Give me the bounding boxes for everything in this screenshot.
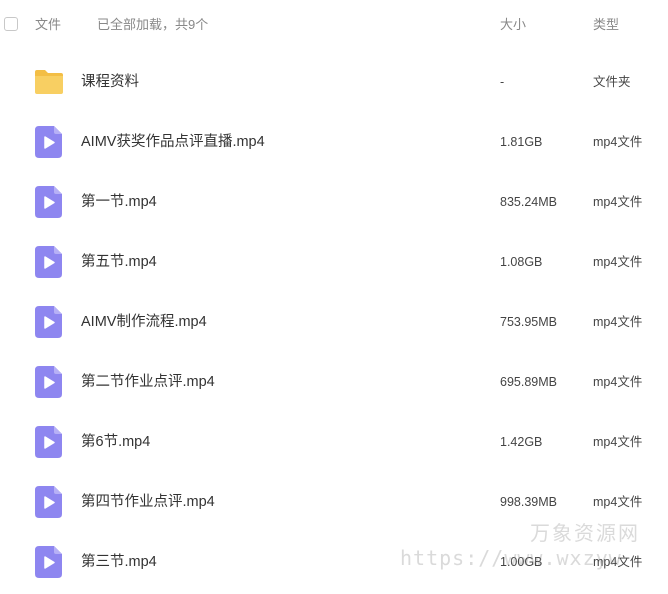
select-all-checkbox[interactable] [4, 17, 18, 31]
file-size: 695.89MB [500, 375, 557, 389]
file-row[interactable]: AIMV制作流程.mp4 753.95MB mp4文件 [0, 292, 668, 352]
file-name[interactable]: 第6节.mp4 [81, 433, 150, 451]
file-name[interactable]: 第五节.mp4 [81, 253, 157, 271]
video-file-icon [35, 426, 62, 458]
video-file-icon [35, 306, 62, 338]
file-type: mp4文件 [593, 435, 643, 449]
column-header-size[interactable]: 大小 [500, 17, 526, 33]
file-type: mp4文件 [593, 315, 643, 329]
file-type: mp4文件 [593, 375, 643, 389]
file-type: 文件夹 [593, 75, 631, 89]
file-row[interactable]: AIMV获奖作品点评直播.mp4 1.81GB mp4文件 [0, 112, 668, 172]
file-row[interactable]: 第四节作业点评.mp4 998.39MB mp4文件 [0, 472, 668, 532]
file-name[interactable]: AIMV制作流程.mp4 [81, 313, 207, 331]
file-row[interactable]: 课程资料 - 文件夹 [0, 52, 668, 112]
video-file-icon [35, 486, 62, 518]
file-type: mp4文件 [593, 495, 643, 509]
file-list: 课程资料 - 文件夹 AIMV获奖作品点评直播.mp4 1.81GB mp4文件 第一节.m… [0, 52, 668, 592]
file-row[interactable]: 第一节.mp4 835.24MB mp4文件 [0, 172, 668, 232]
file-size: 753.95MB [500, 315, 557, 329]
file-name[interactable]: 第二节作业点评.mp4 [81, 373, 215, 391]
file-size: 998.39MB [500, 495, 557, 509]
file-type: mp4文件 [593, 195, 643, 209]
file-name[interactable]: 第一节.mp4 [81, 193, 157, 211]
video-file-icon [35, 246, 62, 278]
video-file-icon [35, 126, 62, 158]
file-type: mp4文件 [593, 255, 643, 269]
video-file-icon [35, 186, 62, 218]
folder-icon [33, 68, 63, 100]
file-size: 1.81GB [500, 135, 543, 149]
column-header-type[interactable]: 类型 [593, 17, 619, 33]
file-size: 835.24MB [500, 195, 557, 209]
file-row[interactable]: 第三节.mp4 1.00GB mp4文件 [0, 532, 668, 592]
file-row[interactable]: 第二节作业点评.mp4 695.89MB mp4文件 [0, 352, 668, 412]
file-name[interactable]: 第三节.mp4 [81, 553, 157, 571]
file-size: - [500, 75, 505, 89]
file-row[interactable]: 第五节.mp4 1.08GB mp4文件 [0, 232, 668, 292]
file-list-header: 文件 已全部加载，共9个 大小 类型 [0, 0, 668, 50]
file-row[interactable]: 第6节.mp4 1.42GB mp4文件 [0, 412, 668, 472]
video-file-icon [35, 546, 62, 578]
file-size: 1.42GB [500, 435, 543, 449]
file-name[interactable]: 第四节作业点评.mp4 [81, 493, 215, 511]
file-name[interactable]: AIMV获奖作品点评直播.mp4 [81, 133, 265, 151]
video-file-icon [35, 366, 62, 398]
load-status-text: 已全部加载，共9个 [97, 17, 209, 32]
file-size: 1.00GB [500, 555, 543, 569]
file-name[interactable]: 课程资料 [81, 73, 139, 91]
file-type: mp4文件 [593, 135, 643, 149]
file-size: 1.08GB [500, 255, 543, 269]
column-header-name[interactable]: 文件 [35, 17, 61, 33]
file-type: mp4文件 [593, 555, 643, 569]
